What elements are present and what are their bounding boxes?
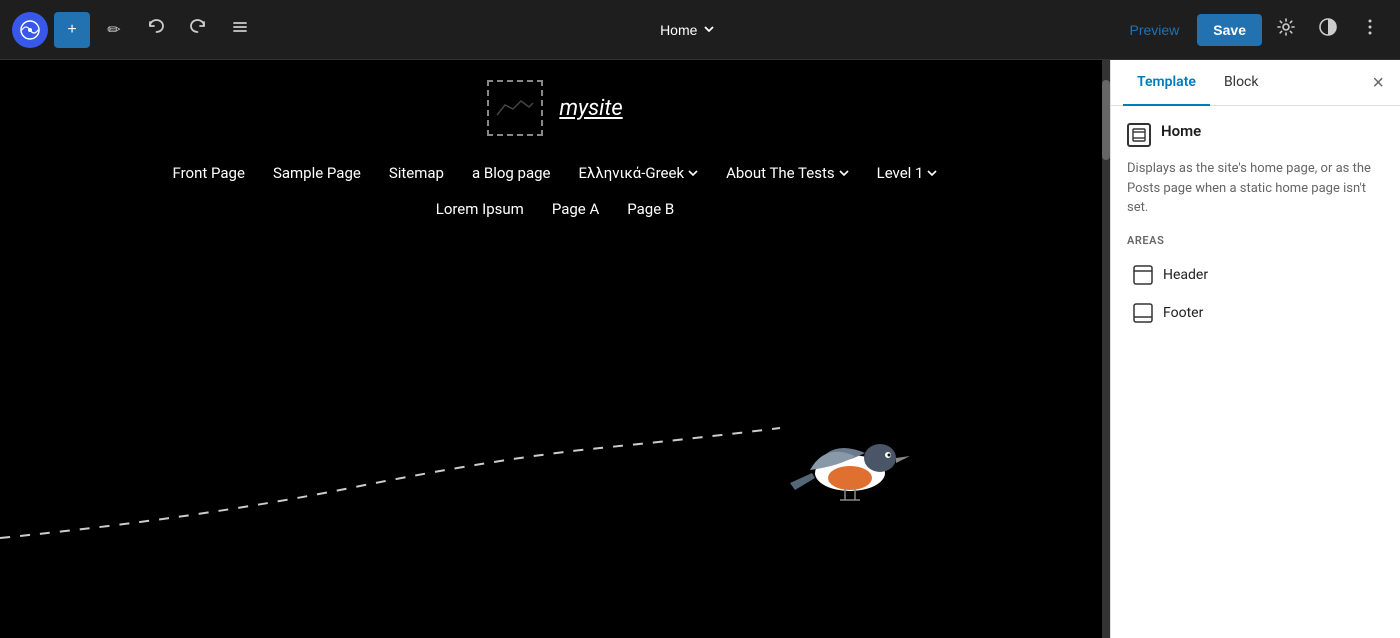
page-title-dropdown[interactable]: Home xyxy=(648,16,727,44)
undo-icon xyxy=(147,18,165,41)
tab-template[interactable]: Template xyxy=(1123,60,1210,106)
nav-item-about-tests[interactable]: About The Tests xyxy=(714,160,861,186)
contrast-icon xyxy=(1318,17,1338,42)
bird-area xyxy=(0,358,1110,558)
nav-label-about-tests: About The Tests xyxy=(726,164,835,182)
area-footer-label: Footer xyxy=(1163,305,1203,321)
areas-label: AREAS xyxy=(1127,234,1384,247)
toolbar: + ✏ Home xyxy=(0,0,1400,60)
nav-item-blog-page[interactable]: a Blog page xyxy=(460,160,563,186)
template-home-info: Home xyxy=(1161,122,1201,146)
plus-icon: + xyxy=(67,21,76,39)
list-view-button[interactable] xyxy=(222,12,258,48)
settings-button[interactable] xyxy=(1268,12,1304,48)
list-icon xyxy=(231,18,249,41)
site-logo-area: mysite xyxy=(487,80,622,136)
template-home-title: Home xyxy=(1161,122,1201,140)
redo-icon xyxy=(189,18,207,41)
bird-svg xyxy=(780,418,920,508)
site-name: mysite xyxy=(559,96,622,121)
vertical-dots-icon xyxy=(1360,17,1380,42)
nav-item-greek[interactable]: Ελληνικά-Greek xyxy=(567,160,711,186)
nav-item-sample-page[interactable]: Sample Page xyxy=(261,160,373,186)
canvas-scrollbar[interactable] xyxy=(1102,60,1110,638)
nav-item-level1[interactable]: Level 1 xyxy=(865,160,950,186)
nav-item-page-b[interactable]: Page B xyxy=(615,196,686,222)
more-options-button[interactable] xyxy=(1352,12,1388,48)
canvas-scrollbar-thumb[interactable] xyxy=(1102,80,1110,160)
area-header-label: Header xyxy=(1163,267,1208,283)
toolbar-center: Home xyxy=(264,16,1112,44)
wp-logo-button[interactable] xyxy=(12,12,48,48)
right-panel: Template Block × Home Displays as the si… xyxy=(1110,60,1400,638)
footer-area-icon xyxy=(1133,303,1153,323)
main-area: mysite Front Page Sample Page Sitemap a … xyxy=(0,60,1400,638)
nav-item-lorem-ipsum[interactable]: Lorem Ipsum xyxy=(424,196,536,222)
nav-item-page-a[interactable]: Page A xyxy=(540,196,611,222)
panel-tabs: Template Block × xyxy=(1111,60,1400,106)
dashed-path-svg xyxy=(0,358,1100,558)
save-button[interactable]: Save xyxy=(1197,14,1262,46)
nav-label-level1: Level 1 xyxy=(877,164,924,182)
template-home-description: Displays as the site's home page, or as … xyxy=(1127,159,1384,218)
site-header: mysite Front Page Sample Page Sitemap a … xyxy=(0,60,1110,222)
header-area-icon xyxy=(1133,265,1153,285)
tab-block[interactable]: Block xyxy=(1210,60,1273,106)
home-template-icon xyxy=(1127,123,1151,147)
nav-label-greek: Ελληνικά-Greek xyxy=(579,164,685,182)
panel-body: Home Displays as the site's home page, o… xyxy=(1111,106,1400,638)
undo-button[interactable] xyxy=(138,12,174,48)
area-footer[interactable]: Footer xyxy=(1127,295,1384,331)
panel-close-button[interactable]: × xyxy=(1368,69,1388,97)
template-home-section: Home xyxy=(1127,122,1384,147)
nav-item-sitemap[interactable]: Sitemap xyxy=(377,160,456,186)
canvas: mysite Front Page Sample Page Sitemap a … xyxy=(0,60,1110,638)
tools-button[interactable]: ✏ xyxy=(96,12,132,48)
redo-button[interactable] xyxy=(180,12,216,48)
gear-icon xyxy=(1276,17,1296,42)
pen-icon: ✏ xyxy=(107,20,120,40)
area-header[interactable]: Header xyxy=(1127,257,1384,293)
add-block-button[interactable]: + xyxy=(54,12,90,48)
nav-item-front-page[interactable]: Front Page xyxy=(161,160,257,186)
primary-navigation: Front Page Sample Page Sitemap a Blog pa… xyxy=(161,160,950,186)
chevron-down-icon xyxy=(703,22,715,38)
site-logo-box xyxy=(487,80,543,136)
page-title-text: Home xyxy=(660,22,697,38)
contrast-button[interactable] xyxy=(1310,12,1346,48)
preview-button[interactable]: Preview xyxy=(1118,16,1192,44)
sub-navigation: Lorem Ipsum Page A Page B xyxy=(424,196,687,222)
toolbar-right: Preview Save xyxy=(1118,12,1389,48)
